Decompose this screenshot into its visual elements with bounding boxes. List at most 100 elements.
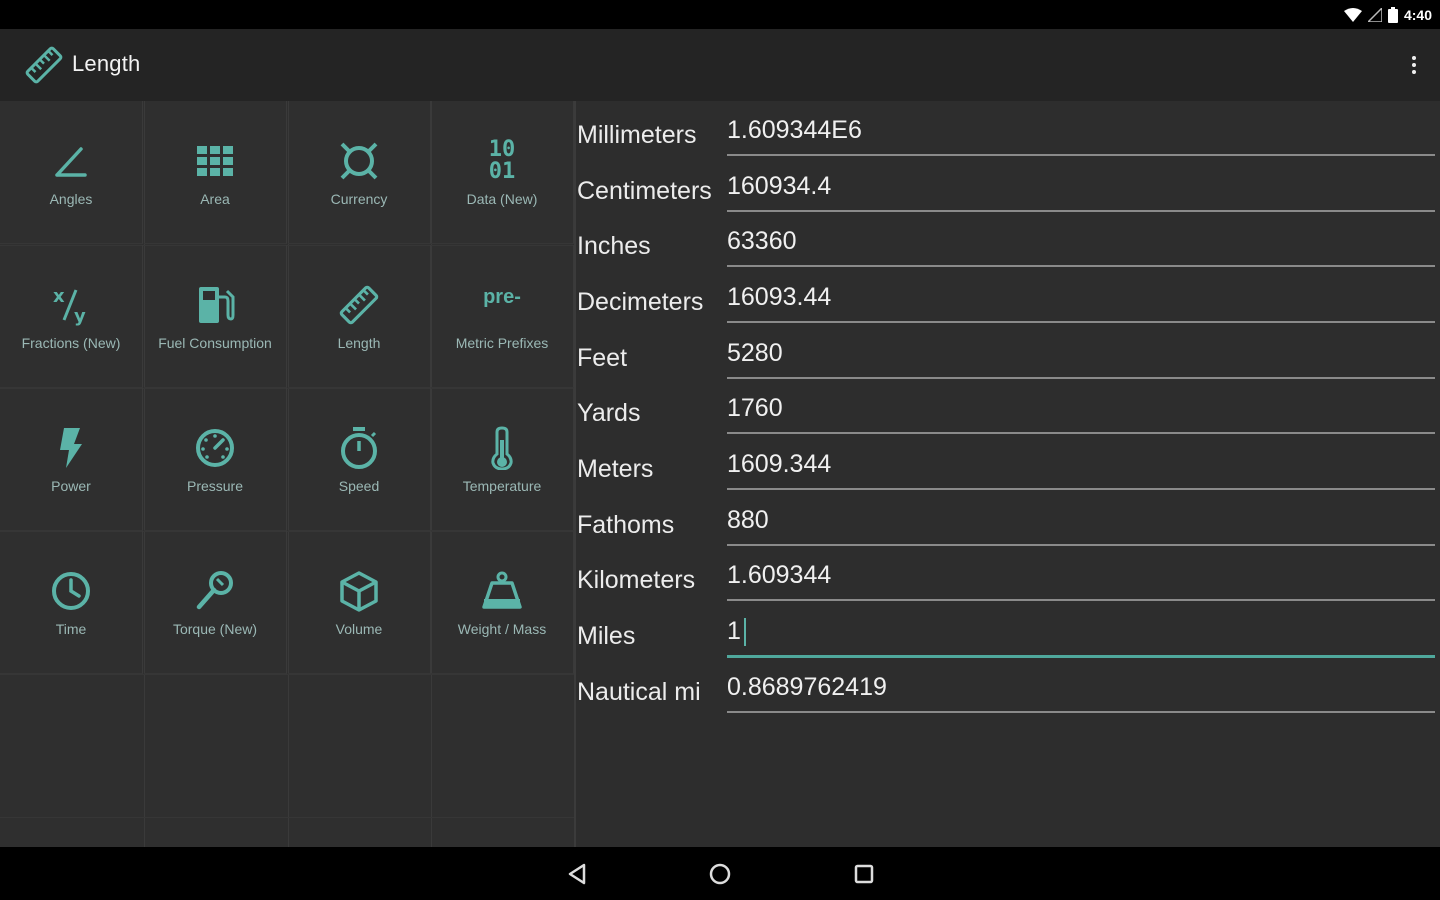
category-label: Speed: [338, 478, 380, 494]
unit-value-field[interactable]: 5280: [727, 339, 783, 368]
unit-value-field[interactable]: 1609.344: [727, 450, 831, 479]
unit-value-field[interactable]: 1.609344: [727, 561, 831, 590]
category-temperature[interactable]: Temperature: [431, 388, 574, 531]
category-currency[interactable]: Currency: [288, 101, 431, 244]
unit-row-miles: Miles 1: [576, 602, 1440, 658]
category-label: Pressure: [186, 478, 244, 494]
thermometer-icon: [491, 426, 513, 470]
unit-value-field[interactable]: 63360: [727, 227, 797, 256]
clock-icon: [52, 572, 90, 610]
back-icon[interactable]: [564, 861, 590, 887]
category-fuel-consumption[interactable]: Fuel Consumption: [144, 245, 287, 388]
category-label: Metric Prefixes: [455, 335, 549, 351]
unit-value-field[interactable]: 0.8689762419: [727, 673, 887, 702]
app-bar: Length: [0, 29, 1440, 101]
clock-text: 4:40: [1403, 7, 1432, 23]
category-label: Area: [200, 191, 230, 207]
unit-label: Feet: [577, 344, 628, 372]
unit-label: Fathoms: [577, 511, 675, 539]
unit-label: Meters: [577, 455, 654, 483]
fraction-icon: x y: [53, 286, 86, 326]
category-pressure[interactable]: Pressure: [144, 388, 287, 531]
unit-value-field[interactable]: 880: [727, 506, 769, 535]
unit-value-field[interactable]: 1.609344E6: [727, 116, 862, 145]
unit-row-decimeters: Decimeters 16093.44: [576, 268, 1440, 324]
category-volume[interactable]: Volume: [288, 531, 431, 674]
category-angles[interactable]: Angles: [0, 101, 143, 244]
unit-row-centimeters: Centimeters 160934.4: [576, 157, 1440, 213]
category-label: Data (New): [466, 191, 538, 207]
unit-row-inches: Inches 63360: [576, 212, 1440, 268]
unit-label: Kilometers: [577, 566, 696, 594]
category-label: Weight / Mass: [457, 621, 547, 637]
category-label: Fractions (New): [21, 335, 121, 351]
unit-label: Centimeters: [577, 177, 712, 205]
navigation-bar: [0, 847, 1440, 900]
unit-value-field[interactable]: 160934.4: [727, 172, 831, 201]
category-label: Torque (New): [172, 621, 258, 637]
unit-label: Yards: [577, 399, 641, 427]
wifi-icon: [1343, 8, 1362, 22]
unit-row-feet: Feet 5280: [576, 324, 1440, 380]
category-time[interactable]: Time: [0, 531, 143, 674]
unit-row-meters: Meters 1609.344: [576, 435, 1440, 491]
gauge-icon: [196, 429, 234, 467]
unit-value-field[interactable]: 16093.44: [727, 283, 831, 312]
category-area[interactable]: Area: [144, 101, 287, 244]
overflow-menu-button[interactable]: [1402, 51, 1426, 79]
category-label: Angles: [49, 191, 93, 207]
lightning-icon: [60, 428, 82, 468]
binary-icon: 10 01: [488, 137, 516, 184]
category-metric-prefixes[interactable]: pre- Metric Prefixes: [431, 245, 574, 388]
category-fractions[interactable]: x y Fractions (New): [0, 245, 143, 388]
ruler-icon: [25, 46, 63, 84]
unit-value-field[interactable]: 1760: [727, 394, 783, 423]
page-title: Length: [72, 51, 141, 76]
category-speed[interactable]: Speed: [288, 388, 431, 531]
category-label: Volume: [335, 621, 383, 637]
category-label: Temperature: [462, 478, 542, 494]
recents-icon[interactable]: [851, 861, 877, 887]
prefix-icon: pre-: [483, 285, 521, 308]
status-bar: 4:40: [0, 0, 1440, 29]
category-grid: Angles Area Currency 10 01 Data (New) x y…: [0, 101, 574, 847]
currency-icon: [340, 142, 378, 180]
category-power[interactable]: Power: [0, 388, 143, 531]
fuel-pump-icon: [199, 287, 235, 323]
cube-icon: [340, 571, 378, 612]
category-torque[interactable]: Torque (New): [144, 531, 287, 674]
unit-row-kilometers: Kilometers 1.609344: [576, 546, 1440, 602]
category-label: Currency: [330, 191, 388, 207]
wrench-icon: [196, 571, 233, 610]
status-icons: 4:40: [1343, 5, 1432, 25]
category-data[interactable]: 10 01 Data (New): [431, 101, 574, 244]
unit-label: Millimeters: [577, 121, 697, 149]
svg-text:y: y: [74, 306, 86, 326]
signal-icon: [1367, 8, 1382, 22]
unit-row-fathoms: Fathoms 880: [576, 491, 1440, 547]
category-label: Power: [51, 478, 91, 494]
text-caret: [743, 618, 746, 647]
grid-icon: [197, 146, 233, 176]
svg-text:x: x: [53, 286, 65, 307]
category-length[interactable]: Length: [288, 245, 431, 388]
stopwatch-icon: [341, 427, 377, 469]
category-label: Fuel Consumption: [158, 335, 272, 351]
unit-label: Decimeters: [577, 288, 704, 316]
category-weight-mass[interactable]: Weight / Mass: [431, 531, 574, 674]
more-vert-icon: [1412, 56, 1416, 60]
unit-label: Inches: [577, 232, 651, 260]
unit-label: Miles: [577, 622, 636, 650]
unit-row-millimeters: Millimeters 1.609344E6: [576, 101, 1440, 157]
weight-icon: [482, 571, 522, 609]
unit-value-field-focused[interactable]: 1: [727, 617, 746, 647]
unit-row-nautical-mi: Nautical mi 0.8689762419: [576, 658, 1440, 714]
category-label: Length: [337, 335, 381, 351]
home-icon[interactable]: [707, 861, 733, 887]
battery-icon: [1387, 7, 1398, 23]
unit-row-yards: Yards 1760: [576, 379, 1440, 435]
category-label: Time: [55, 621, 87, 637]
unit-list: Millimeters 1.609344E6 Centimeters 16093…: [576, 101, 1440, 847]
angle-icon: [55, 147, 87, 177]
ruler-icon: [339, 285, 379, 325]
